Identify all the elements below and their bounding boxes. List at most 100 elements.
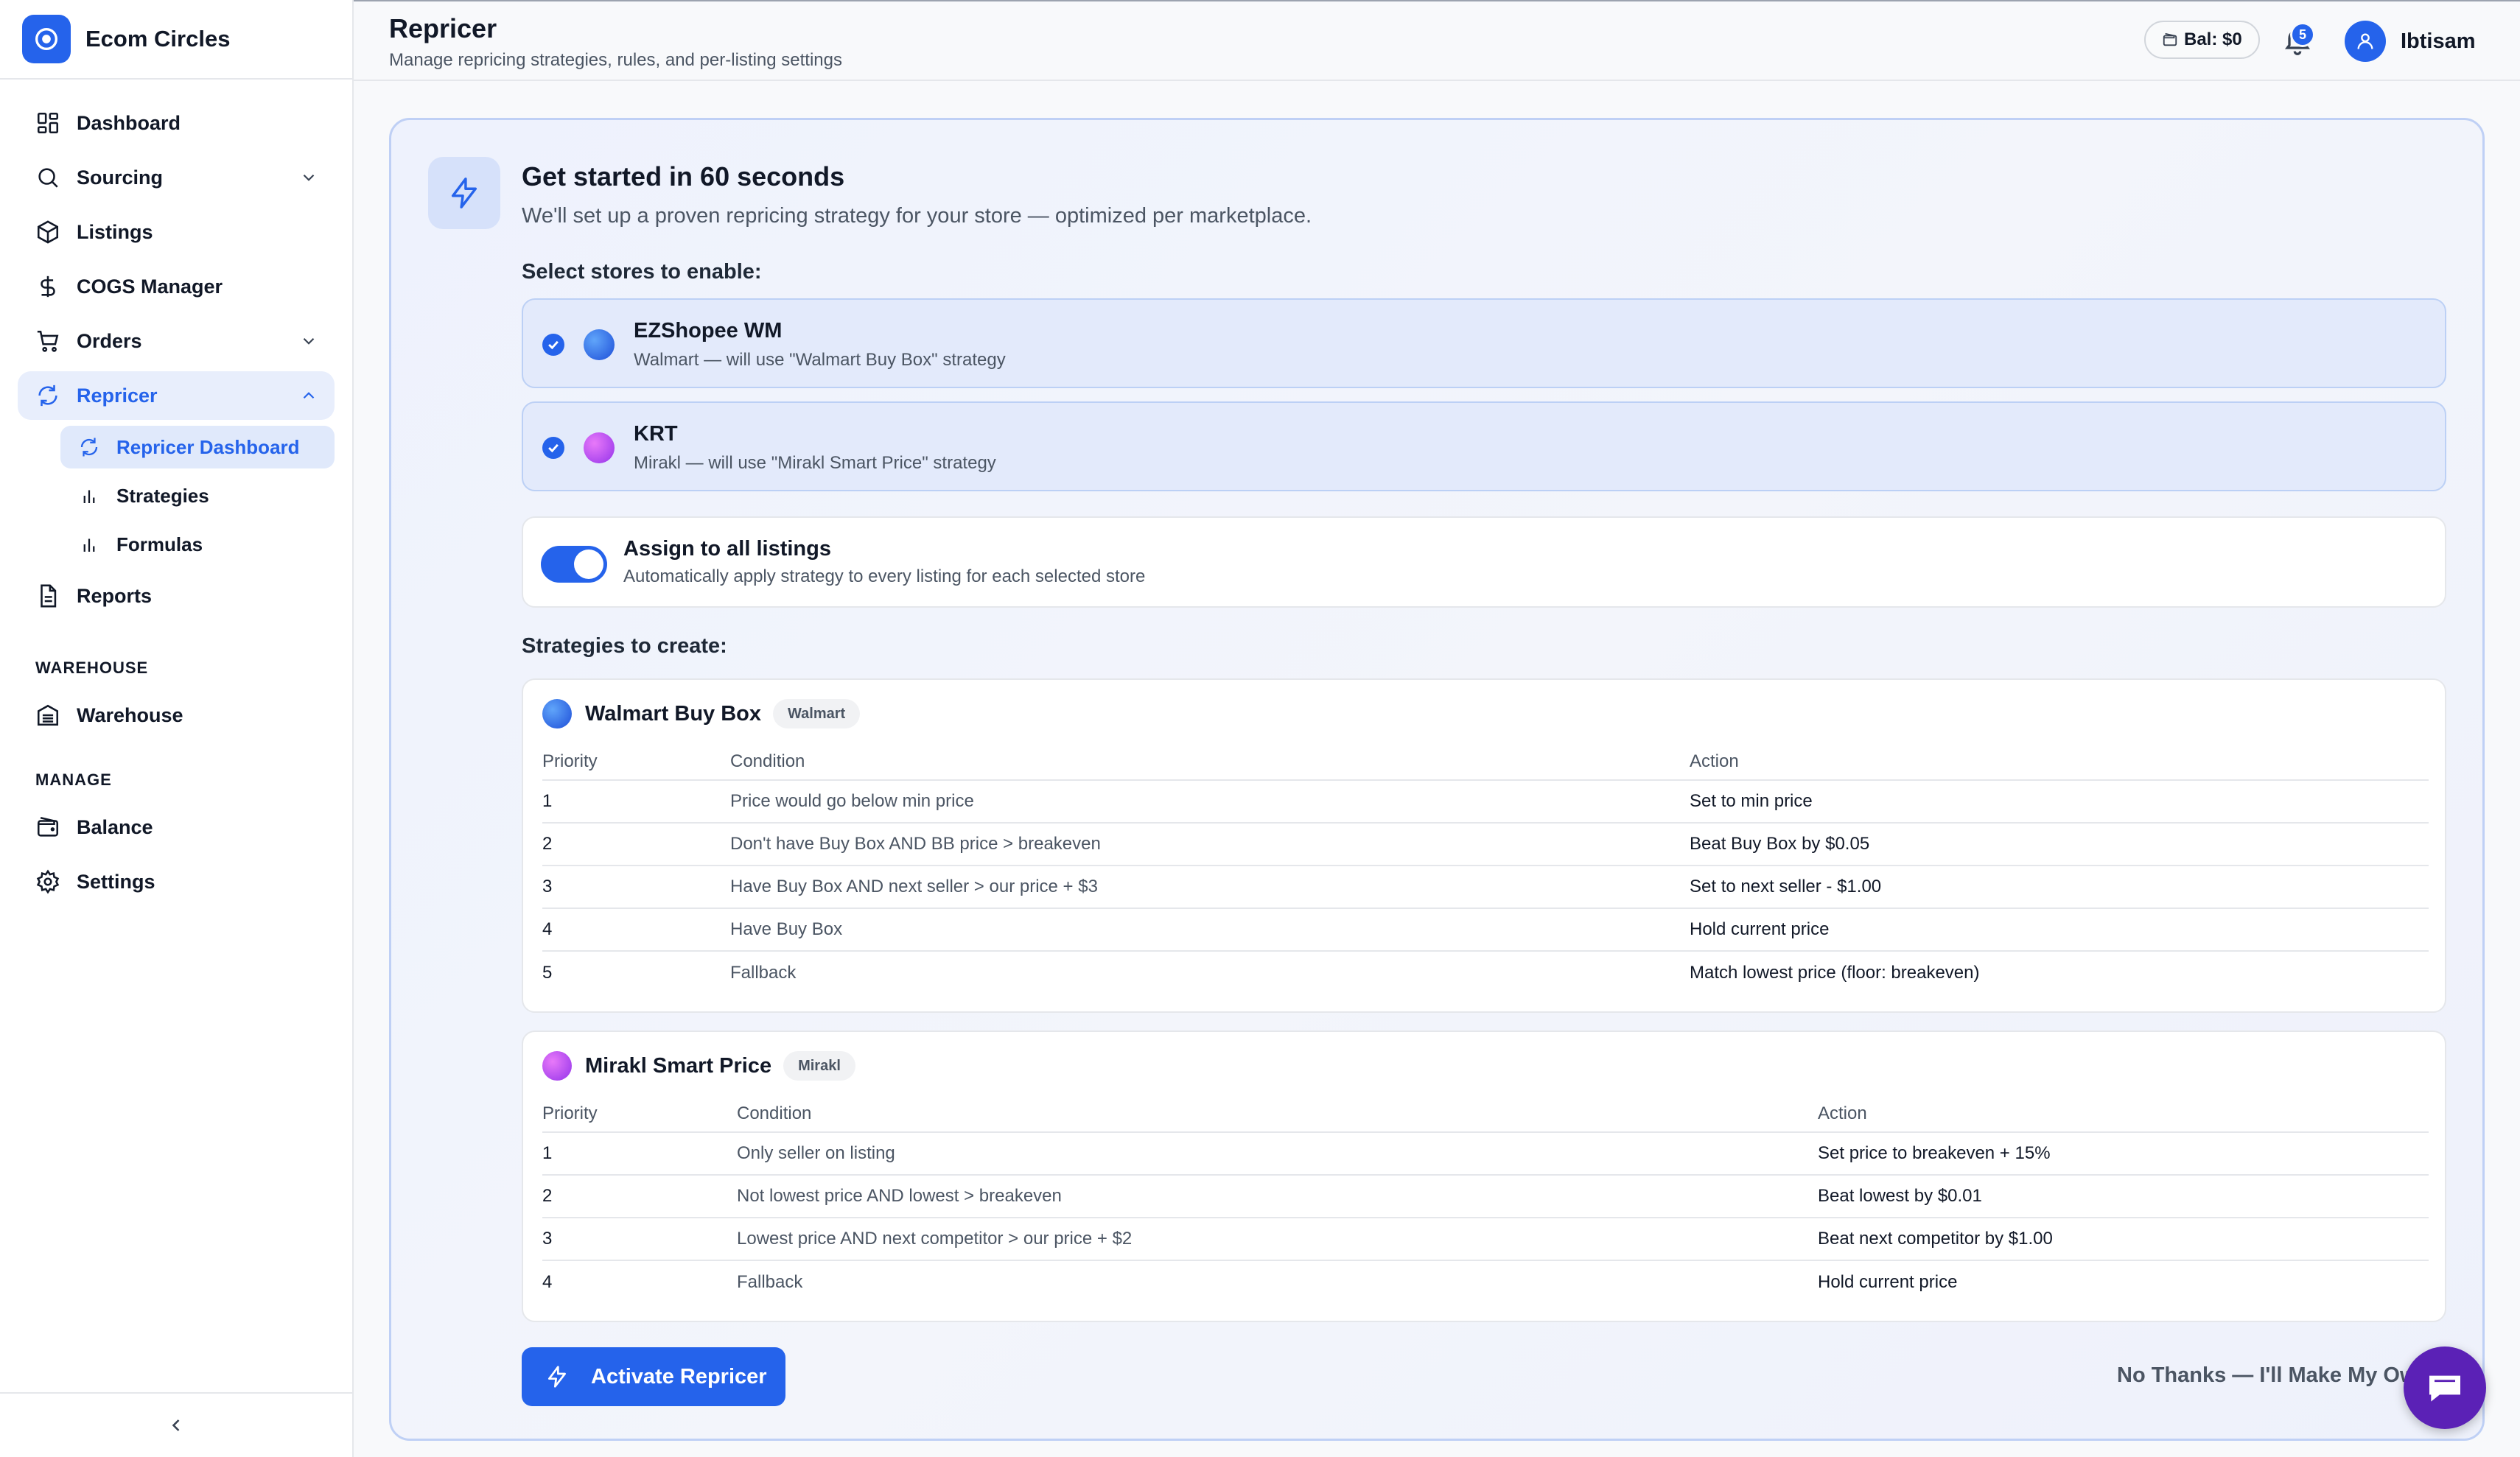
priority-cell: 2 <box>542 1175 737 1218</box>
column-header: Priority <box>542 1095 737 1133</box>
toggle-knob <box>574 550 603 579</box>
action-cell: Set price to breakeven + 15% <box>1818 1132 2429 1176</box>
column-header: Condition <box>730 743 1690 781</box>
store-color-dot <box>584 432 615 463</box>
action-cell: Set to next seller - $1.00 <box>1690 866 2429 909</box>
warehouse-icon <box>37 704 59 726</box>
chevron-down-icon[interactable] <box>299 168 318 187</box>
table-header-row: Priority Condition Action <box>542 1095 2429 1133</box>
column-header: Condition <box>737 1095 1818 1133</box>
action-cell: Beat Buy Box by $0.05 <box>1690 823 2429 866</box>
strategy-color-dot <box>542 699 572 728</box>
condition-cell: Fallback <box>737 1271 803 1292</box>
priority-cell: 5 <box>542 962 553 983</box>
action-cell: Beat next competitor by $1.00 <box>1818 1218 2429 1261</box>
chevron-up-icon[interactable] <box>299 386 318 405</box>
table-row: 3 Have Buy Box AND next seller > our pric… <box>542 866 2429 909</box>
section-title-manage: MANAGE <box>35 770 112 789</box>
marketplace-tag: Walmart <box>773 699 861 728</box>
store-option-ezshopee[interactable]: EZShopee WM Walmart — will use "Walmart … <box>522 298 2446 388</box>
balance-badge[interactable]: Bal: $0 <box>2144 21 2260 59</box>
chevron-left-icon <box>172 1419 180 1431</box>
bolt-icon <box>548 1366 566 1388</box>
column-header: Priority <box>542 743 730 781</box>
sidebar-item-sourcing[interactable]: Sourcing <box>18 153 335 202</box>
onboarding-subtitle: We'll set up a proven repricing strategy… <box>522 204 1312 228</box>
priority-cell: 1 <box>542 780 730 824</box>
wallet-icon <box>2163 32 2177 46</box>
table-row: 1 Only seller on listing Set price to brea… <box>542 1132 2429 1176</box>
sidebar-item-label: Dashboard <box>77 111 181 134</box>
sidebar-subitem-strategies[interactable]: Strategies <box>60 474 335 517</box>
sidebar-item-label: Balance <box>77 815 153 838</box>
sidebar-subitem-formulas[interactable]: Formulas <box>60 523 335 566</box>
priority-cell: 2 <box>542 823 730 866</box>
sidebar-subitem-label: Strategies <box>116 484 209 507</box>
action-cell: Set to min price <box>1690 780 2429 824</box>
sidebar-item-reports[interactable]: Reports <box>18 572 335 620</box>
sidebar-item-label: Listings <box>77 220 153 243</box>
sidebar-subitem-repricer-dashboard[interactable]: Repricer Dashboard <box>60 426 335 468</box>
sidebar-item-cogs-manager[interactable]: COGS Manager <box>18 262 335 311</box>
sidebar-item-settings[interactable]: Settings <box>18 857 335 906</box>
user-menu[interactable]: Ibtisam <box>2345 21 2476 62</box>
strategy-header: Walmart Buy Box Walmart <box>542 699 861 728</box>
assign-all-listings-row: Assign to all listings Automatically app… <box>522 516 2446 608</box>
checkbox-checked-icon[interactable] <box>542 334 564 356</box>
top-header: Repricer Manage repricing strategies, ru… <box>354 0 2520 81</box>
cart-icon <box>37 330 59 352</box>
onboarding-card: Get started in 60 seconds We'll set up a… <box>389 118 2485 1441</box>
sidebar-item-label: Repricer <box>77 384 158 407</box>
marketplace-tag: Mirakl <box>783 1051 855 1081</box>
bar-chart-icon <box>83 538 95 552</box>
action-cell: Hold current price <box>1690 908 2429 952</box>
activate-label: Activate Repricer <box>591 1364 767 1388</box>
table-row: 2 Don't have Buy Box AND BB price > break… <box>542 823 2429 866</box>
store-name: KRT <box>634 422 678 446</box>
strategy-rules-table: Priority Condition Action 1 Price would g… <box>542 743 2429 994</box>
refresh-icon <box>38 385 57 407</box>
search-icon <box>38 168 58 188</box>
sidebar-item-label: Warehouse <box>77 703 183 726</box>
strategy-rules-table: Priority Condition Action 1 Only seller o… <box>542 1095 2429 1303</box>
sidebar-item-repricer[interactable]: Repricer <box>18 371 335 420</box>
activate-repricer-button[interactable]: Activate Repricer <box>522 1347 785 1406</box>
sidebar-item-orders[interactable]: Orders <box>18 317 335 365</box>
action-cell: Beat lowest by $0.01 <box>1818 1175 2429 1218</box>
box-icon <box>37 220 59 244</box>
brand[interactable]: Ecom Circles <box>0 0 352 80</box>
sidebar-item-dashboard[interactable]: Dashboard <box>18 99 335 147</box>
strategy-name: Mirakl Smart Price <box>585 1053 772 1078</box>
strategy-name: Walmart Buy Box <box>585 701 762 726</box>
sidebar-subitem-label: Repricer Dashboard <box>116 435 300 458</box>
wallet-icon <box>37 817 59 837</box>
report-icon <box>41 584 57 608</box>
strategy-header: Mirakl Smart Price Mirakl <box>542 1051 855 1081</box>
condition-cell: Have Buy Box <box>730 908 1690 952</box>
checkbox-checked-icon[interactable] <box>542 437 564 459</box>
priority-cell: 4 <box>542 1271 553 1292</box>
store-color-dot <box>584 329 615 360</box>
store-name: EZShopee WM <box>634 319 783 343</box>
user-icon <box>2357 33 2373 49</box>
sidebar-collapse-button[interactable] <box>0 1392 352 1457</box>
sidebar-item-balance[interactable]: Balance <box>18 803 335 852</box>
select-stores-label: Select stores to enable: <box>522 260 762 284</box>
sidebar-nav: Dashboard Sourcing Listings COGS Manager… <box>0 80 352 906</box>
priority-cell: 3 <box>542 866 730 909</box>
no-thanks-link[interactable]: No Thanks — I'll Make My Own <box>2117 1363 2429 1388</box>
store-option-krt[interactable]: KRT Mirakl — will use "Mirakl Smart Pric… <box>522 401 2446 491</box>
chevron-down-icon[interactable] <box>299 331 318 351</box>
condition-cell: Don't have Buy Box AND BB price > breake… <box>730 823 1690 866</box>
assign-title: Assign to all listings <box>623 537 831 561</box>
condition-cell: Fallback <box>730 962 797 983</box>
refresh-icon <box>80 438 98 457</box>
chat-widget-button[interactable] <box>2404 1347 2486 1429</box>
strategy-color-dot <box>542 1051 572 1081</box>
section-title-warehouse: WAREHOUSE <box>35 659 149 677</box>
sidebar-item-warehouse[interactable]: Warehouse <box>18 691 335 740</box>
assign-all-toggle[interactable] <box>541 546 607 583</box>
store-desc: Walmart — will use "Walmart Buy Box" str… <box>634 350 1006 370</box>
strategies-label: Strategies to create: <box>522 634 727 658</box>
sidebar-item-listings[interactable]: Listings <box>18 208 335 256</box>
